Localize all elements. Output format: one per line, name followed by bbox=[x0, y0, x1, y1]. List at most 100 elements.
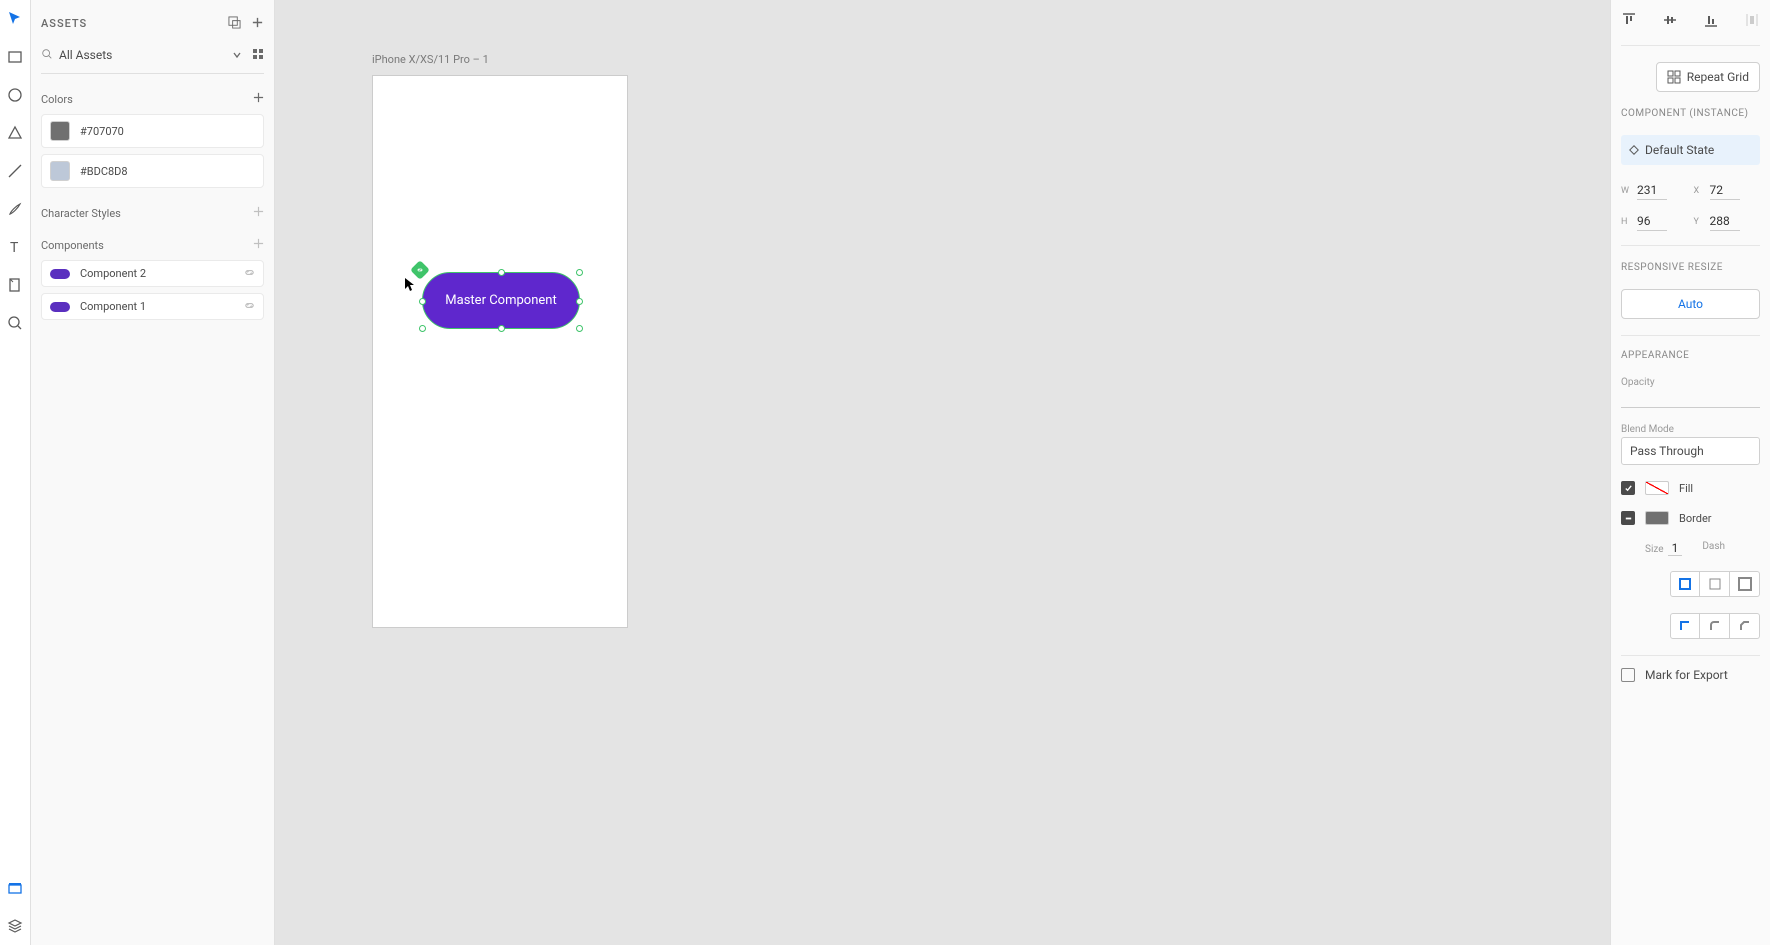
align-top-icon[interactable] bbox=[1621, 12, 1637, 31]
color-asset-item[interactable]: #BDC8D8 bbox=[41, 154, 264, 188]
component-thumb bbox=[50, 302, 70, 312]
color-swatch bbox=[50, 121, 70, 141]
align-bottom-icon[interactable] bbox=[1703, 12, 1719, 31]
stroke-outer-button[interactable] bbox=[1730, 571, 1760, 597]
filter-label: All Assets bbox=[59, 48, 232, 62]
width-label: w bbox=[1621, 186, 1631, 196]
text-tool[interactable]: T bbox=[6, 238, 24, 256]
appearance-title: APPEARANCE bbox=[1621, 350, 1760, 361]
add-charstyle-icon[interactable] bbox=[253, 206, 264, 220]
component-state[interactable]: Default State bbox=[1621, 135, 1760, 165]
height-input[interactable]: 96 bbox=[1637, 212, 1667, 231]
color-label: #BDC8D8 bbox=[80, 165, 128, 178]
zoom-tool[interactable] bbox=[6, 314, 24, 332]
selected-component-instance[interactable]: Master Component bbox=[422, 272, 580, 329]
polygon-tool[interactable] bbox=[6, 124, 24, 142]
opacity-input[interactable] bbox=[1621, 390, 1760, 408]
component-badge-icon bbox=[410, 260, 430, 280]
export-checkbox[interactable] bbox=[1621, 668, 1635, 682]
width-input[interactable]: 231 bbox=[1637, 181, 1667, 200]
layers-icon[interactable] bbox=[6, 917, 24, 935]
align-middle-icon[interactable] bbox=[1662, 12, 1678, 31]
blend-mode-select[interactable]: Pass Through bbox=[1621, 437, 1760, 465]
fill-color-chip[interactable] bbox=[1645, 481, 1669, 495]
color-swatch bbox=[50, 161, 70, 181]
add-icon[interactable] bbox=[251, 14, 264, 33]
selection-handle[interactable] bbox=[498, 325, 505, 332]
border-dash-label: Dash bbox=[1702, 541, 1725, 555]
grid-view-icon[interactable] bbox=[252, 45, 264, 64]
color-asset-item[interactable]: #707070 bbox=[41, 114, 264, 148]
selection-handle[interactable] bbox=[576, 269, 583, 276]
opacity-label: Opacity bbox=[1621, 377, 1760, 388]
line-tool[interactable] bbox=[6, 162, 24, 180]
stroke-inner-button[interactable] bbox=[1670, 571, 1700, 597]
y-input[interactable]: 288 bbox=[1710, 212, 1740, 231]
border-label: Border bbox=[1679, 512, 1712, 525]
component-thumb bbox=[50, 269, 70, 279]
chevron-down-icon[interactable] bbox=[232, 45, 242, 64]
components-section-title: Components bbox=[41, 239, 104, 252]
y-label: y bbox=[1694, 217, 1704, 227]
rectangle-tool[interactable] bbox=[6, 48, 24, 66]
charstyles-section-title: Character Styles bbox=[41, 207, 121, 220]
corner-round-button[interactable] bbox=[1700, 613, 1730, 639]
color-label: #707070 bbox=[80, 125, 124, 138]
link-icon bbox=[244, 300, 255, 314]
assets-icon[interactable] bbox=[6, 879, 24, 897]
assets-filter[interactable]: All Assets bbox=[41, 45, 232, 64]
artboard[interactable]: Master Component bbox=[372, 75, 628, 628]
distribute-icon[interactable] bbox=[1744, 12, 1760, 31]
selection-handle[interactable] bbox=[498, 269, 505, 276]
select-tool[interactable] bbox=[6, 10, 24, 28]
selection-handle[interactable] bbox=[419, 325, 426, 332]
corner-miter-button[interactable] bbox=[1670, 613, 1700, 639]
state-label: Default State bbox=[1645, 143, 1714, 157]
blend-mode-label: Blend Mode bbox=[1621, 424, 1760, 435]
cursor-icon bbox=[405, 278, 415, 292]
search-icon bbox=[41, 45, 53, 64]
assets-title: ASSETS bbox=[41, 17, 87, 30]
component-label: Component 1 bbox=[80, 300, 146, 313]
border-size-label: Size bbox=[1645, 544, 1664, 555]
corner-join-controls bbox=[1621, 613, 1760, 639]
stroke-align-controls bbox=[1621, 571, 1760, 597]
artboard-label[interactable]: iPhone X/XS/11 Pro – 1 bbox=[372, 53, 489, 66]
diamond-icon bbox=[1629, 145, 1639, 155]
repeat-grid-label: Repeat Grid bbox=[1687, 70, 1749, 84]
property-inspector: Repeat Grid COMPONENT (INSTANCE) Default… bbox=[1610, 0, 1770, 945]
stroke-center-button[interactable] bbox=[1700, 571, 1730, 597]
x-input[interactable]: 72 bbox=[1710, 181, 1740, 200]
repeat-grid-button[interactable]: Repeat Grid bbox=[1656, 62, 1760, 92]
fill-checkbox[interactable] bbox=[1621, 481, 1635, 495]
responsive-title: RESPONSIVE RESIZE bbox=[1621, 262, 1760, 273]
canvas[interactable]: iPhone X/XS/11 Pro – 1 Master Component bbox=[275, 0, 1610, 945]
add-component-icon[interactable] bbox=[253, 238, 264, 252]
component-section-title: COMPONENT (INSTANCE) bbox=[1621, 108, 1760, 119]
add-color-icon[interactable] bbox=[253, 92, 264, 106]
export-label: Mark for Export bbox=[1645, 668, 1728, 682]
link-icon bbox=[244, 267, 255, 281]
border-checkbox[interactable] bbox=[1621, 511, 1635, 525]
selection-handle[interactable] bbox=[576, 325, 583, 332]
component-label: Component 2 bbox=[80, 267, 146, 280]
component-asset-item[interactable]: Component 1 bbox=[41, 293, 264, 320]
left-toolbar: T bbox=[0, 0, 31, 945]
assets-panel: ASSETS All Assets Colors #707070 #BDC8D8… bbox=[31, 0, 275, 945]
component-asset-item[interactable]: Component 2 bbox=[41, 260, 264, 287]
pen-tool[interactable] bbox=[6, 200, 24, 218]
repeat-grid-icon bbox=[1667, 70, 1681, 84]
height-label: h bbox=[1621, 217, 1631, 227]
selection-handle[interactable] bbox=[576, 298, 583, 305]
x-label: x bbox=[1694, 186, 1704, 196]
transform-section: w 231 x 72 h 96 y 288 bbox=[1621, 181, 1760, 246]
border-size-input[interactable]: 1 bbox=[1668, 541, 1683, 556]
fill-label: Fill bbox=[1679, 482, 1693, 495]
responsive-auto-button[interactable]: Auto bbox=[1621, 289, 1760, 319]
ellipse-tool[interactable] bbox=[6, 86, 24, 104]
selection-handle[interactable] bbox=[419, 298, 426, 305]
popout-icon[interactable] bbox=[228, 14, 241, 33]
corner-bevel-button[interactable] bbox=[1730, 613, 1760, 639]
artboard-tool[interactable] bbox=[6, 276, 24, 294]
border-color-chip[interactable] bbox=[1645, 511, 1669, 525]
